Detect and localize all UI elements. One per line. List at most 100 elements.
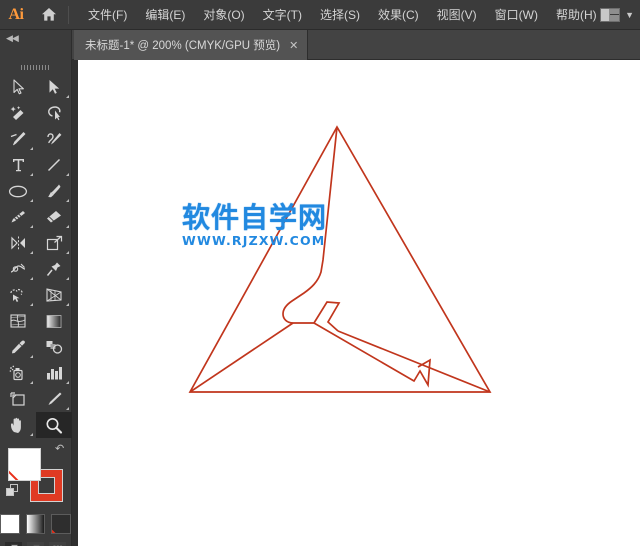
- line-segment-tool[interactable]: [36, 152, 72, 178]
- flyout-indicator: [30, 355, 33, 358]
- shape-builder-tool[interactable]: [0, 282, 36, 308]
- flyout-indicator: [30, 381, 33, 384]
- home-button[interactable]: [32, 0, 66, 30]
- menu-edit[interactable]: 编辑(E): [136, 0, 194, 30]
- shaper-pencil-icon: [11, 211, 25, 223]
- document-canvas[interactable]: 软件自学网 WWW.RJZXW.COM: [78, 60, 640, 546]
- lasso-tool[interactable]: [36, 100, 72, 126]
- menu-select[interactable]: 选择(S): [311, 0, 369, 30]
- document-tab[interactable]: 未标题-1* @ 200% (CMYK/GPU 预览) ✕: [74, 30, 309, 60]
- slice-knife-icon: [48, 392, 61, 405]
- draw-behind-button[interactable]: [26, 541, 45, 546]
- menu-object[interactable]: 对象(O): [194, 0, 253, 30]
- curvature-tool[interactable]: [36, 126, 72, 152]
- arrow-pointer-outline-icon: [12, 79, 24, 95]
- width-tool[interactable]: [0, 256, 36, 282]
- eraser-tool[interactable]: [36, 204, 72, 230]
- flyout-indicator: [66, 95, 69, 98]
- flyout-indicator: [66, 303, 69, 306]
- home-icon: [42, 8, 56, 21]
- flyout-indicator: [66, 407, 69, 410]
- none-slash-icon: [9, 449, 40, 480]
- illustrator-window: Ai 文件(F) 编辑(E) 对象(O) 文字(T) 选择(S) 效果(C) 视…: [0, 0, 640, 546]
- puppet-warp-tool[interactable]: [36, 256, 72, 282]
- eraser-icon: [47, 211, 61, 223]
- draw-inside-button[interactable]: [48, 541, 67, 546]
- curvature-icon: [46, 133, 61, 145]
- menu-window[interactable]: 窗口(W): [486, 0, 547, 30]
- ellipse-tool[interactable]: [0, 178, 36, 204]
- artboard-tool[interactable]: [0, 386, 36, 412]
- menu-list: 文件(F) 编辑(E) 对象(O) 文字(T) 选择(S) 效果(C) 视图(V…: [79, 0, 606, 30]
- ellipse-icon: [8, 185, 28, 197]
- line-segment-icon: [47, 158, 61, 172]
- menu-effect[interactable]: 效果(C): [369, 0, 428, 30]
- shaper-tool[interactable]: [0, 204, 36, 230]
- menu-help[interactable]: 帮助(H): [547, 0, 606, 30]
- artboard-icon: [10, 392, 25, 406]
- ai-logo: Ai: [8, 5, 25, 23]
- scale-tool[interactable]: [36, 230, 72, 256]
- magic-wand-tool[interactable]: [0, 100, 36, 126]
- direct-selection-tool[interactable]: [36, 74, 72, 100]
- fill-swatch[interactable]: [8, 448, 41, 481]
- slice-tool[interactable]: [36, 386, 72, 412]
- flyout-indicator: [30, 277, 33, 280]
- default-fill-stroke-icon[interactable]: [6, 484, 19, 497]
- workspace-switcher-icon[interactable]: [600, 8, 621, 22]
- flyout-indicator: [30, 225, 33, 228]
- selection-tool[interactable]: [0, 74, 36, 100]
- hand-tool[interactable]: [0, 412, 36, 438]
- color-mode-row: [0, 514, 72, 534]
- pen-tool[interactable]: [0, 126, 36, 152]
- flyout-indicator: [30, 433, 33, 436]
- menu-type[interactable]: 文字(T): [254, 0, 311, 30]
- type-tool[interactable]: [0, 152, 36, 178]
- flyout-indicator: [66, 277, 69, 280]
- perspective-grid-icon: [46, 288, 62, 302]
- type-t-icon: [12, 159, 24, 172]
- none-slash-icon: [52, 515, 70, 533]
- flyout-indicator: [66, 251, 69, 254]
- swap-fill-stroke-icon[interactable]: ↶: [55, 444, 67, 456]
- width-icon: [10, 263, 26, 273]
- menu-file[interactable]: 文件(F): [79, 0, 136, 30]
- gradient-tool[interactable]: [36, 308, 72, 334]
- eyedropper-tool[interactable]: [0, 334, 36, 360]
- symbol-sprayer-icon: [9, 365, 23, 381]
- menu-divider: [68, 5, 69, 24]
- toolbar-grip[interactable]: [0, 60, 71, 74]
- gradient-mode-button[interactable]: [25, 514, 46, 534]
- blend-icon: [46, 341, 63, 354]
- eyedropper-icon: [11, 340, 25, 354]
- mesh-tool[interactable]: [0, 308, 36, 334]
- mesh-icon: [10, 314, 26, 328]
- blend-tool[interactable]: [36, 334, 72, 360]
- scale-icon: [46, 235, 62, 251]
- paintbrush-tool[interactable]: [36, 178, 72, 204]
- lasso-icon: [47, 106, 61, 121]
- arrow-pointer-solid-icon: [49, 80, 60, 94]
- color-mode-button[interactable]: [0, 514, 20, 534]
- paintbrush-icon: [47, 184, 60, 198]
- symbol-sprayer-tool[interactable]: [0, 360, 36, 386]
- pinwheel-triangle-path[interactable]: [78, 60, 640, 546]
- rotate-tool[interactable]: [0, 230, 36, 256]
- zoom-tool[interactable]: [36, 412, 72, 438]
- close-icon[interactable]: ✕: [289, 39, 298, 52]
- fill-stroke-swatches: ↶: [0, 444, 71, 508]
- chevron-down-icon[interactable]: ▼: [625, 10, 634, 20]
- none-mode-button[interactable]: [51, 514, 72, 534]
- document-tab-bar: ◀◀ 未标题-1* @ 200% (CMYK/GPU 预览) ✕: [0, 30, 640, 60]
- draw-mode-row: [0, 541, 71, 546]
- toolbar-header: ◀◀: [0, 30, 72, 60]
- rotate-icon: [10, 236, 25, 250]
- perspective-grid-tool[interactable]: [36, 282, 72, 308]
- double-chevron-left-icon[interactable]: ◀◀: [6, 33, 19, 44]
- puppet-warp-pin-icon: [46, 262, 61, 276]
- document-tab-title: 未标题-1* @ 200% (CMYK/GPU 预览): [85, 40, 281, 52]
- draw-normal-button[interactable]: [4, 541, 23, 546]
- column-graph-tool[interactable]: [36, 360, 72, 386]
- gradient-icon: [46, 314, 62, 328]
- menu-view[interactable]: 视图(V): [428, 0, 486, 30]
